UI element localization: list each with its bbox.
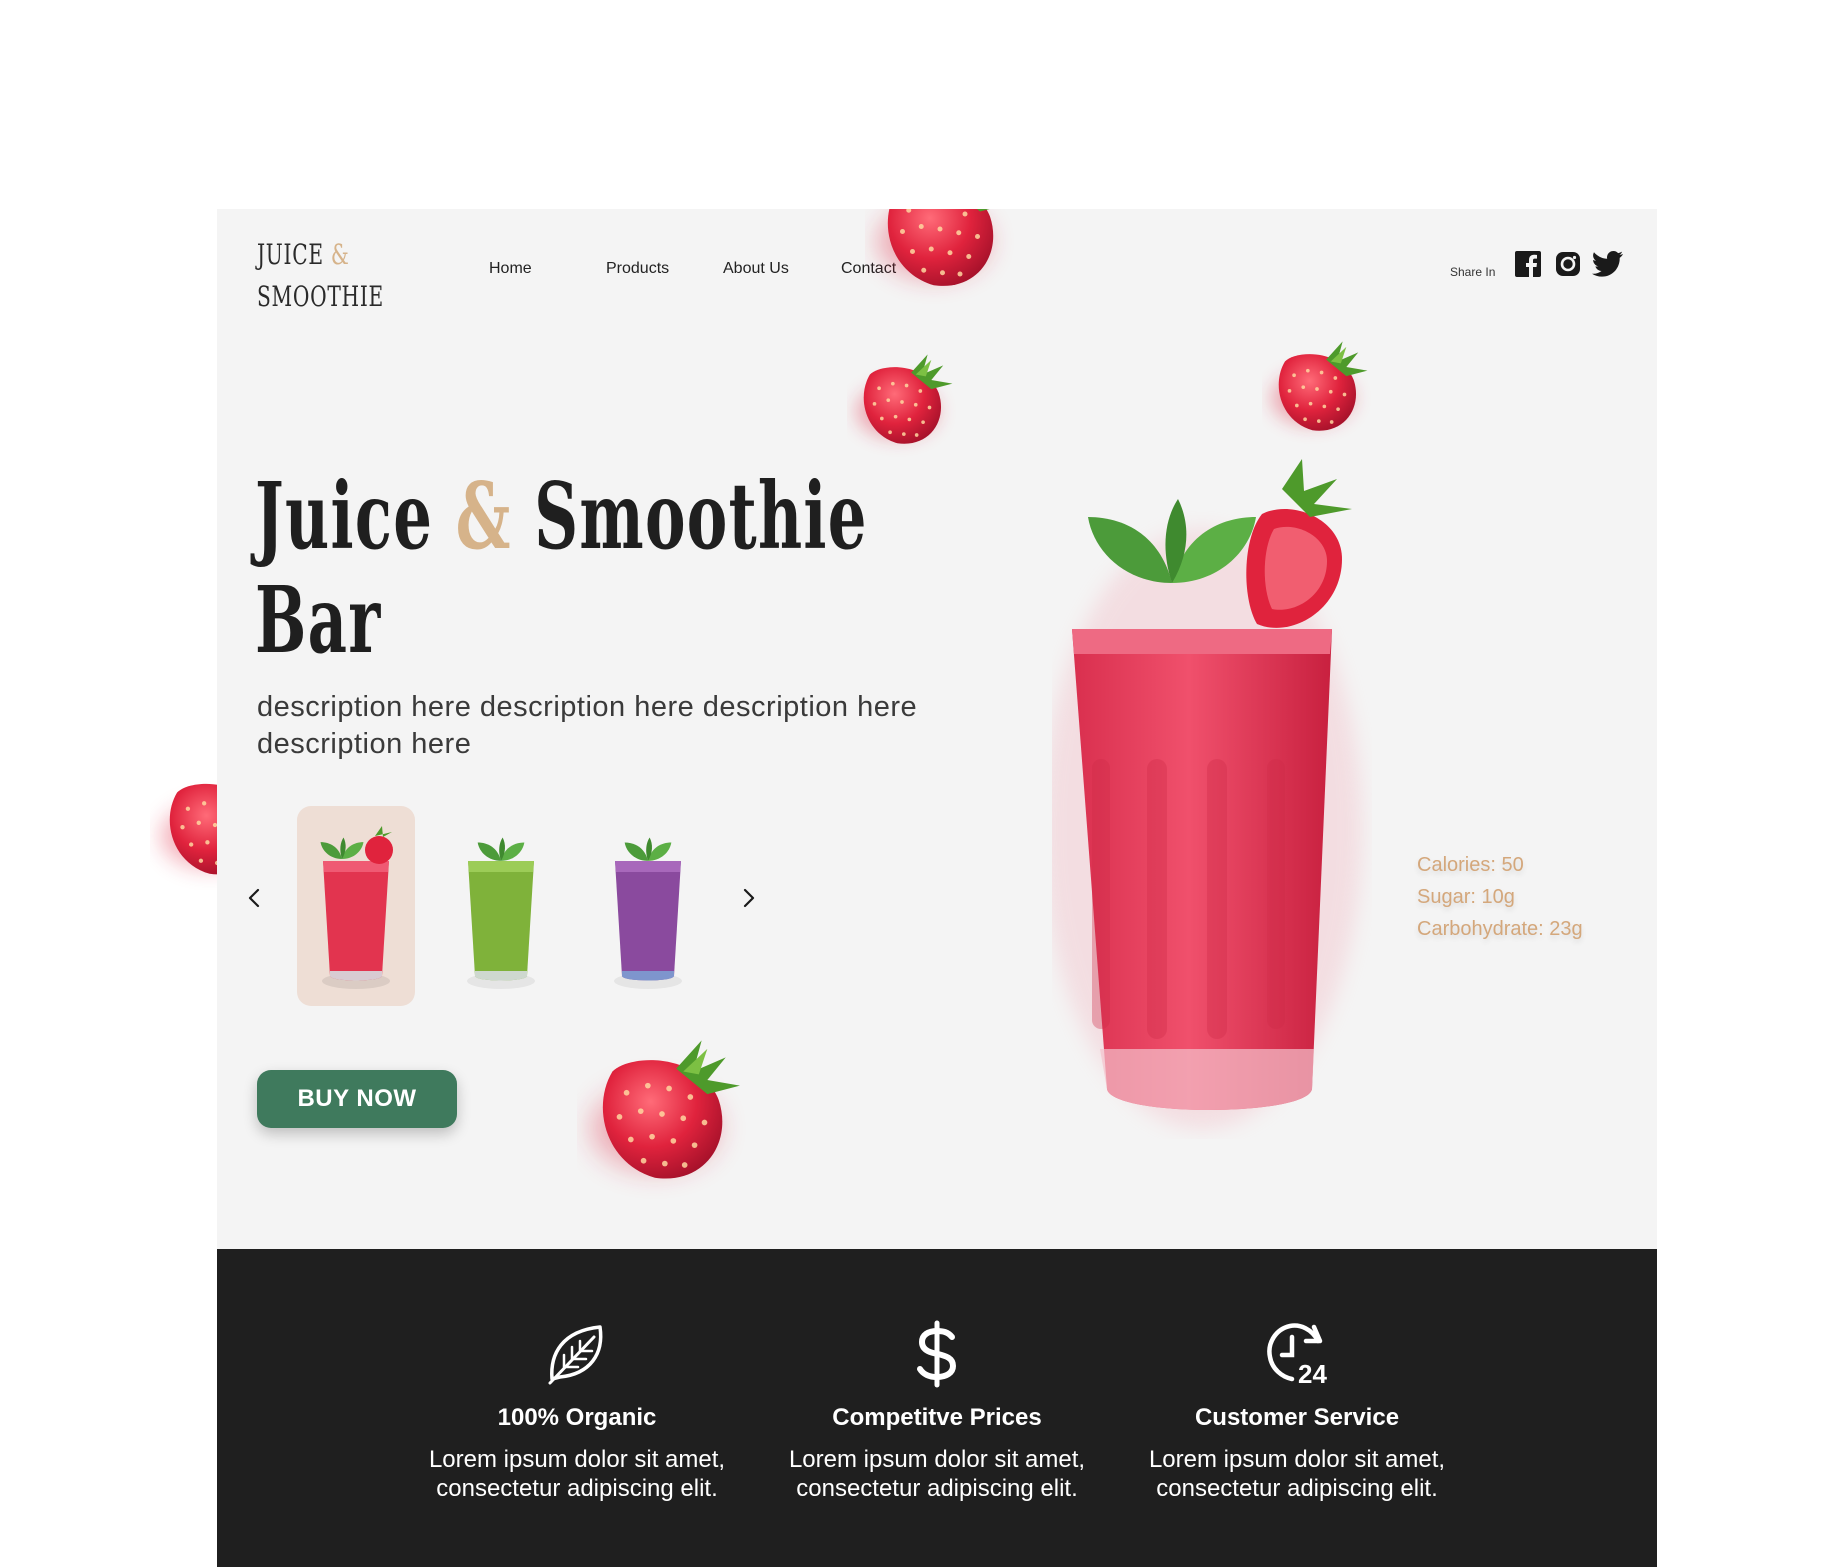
nav-home[interactable]: Home [489, 260, 532, 278]
facebook-icon[interactable] [1514, 250, 1542, 278]
svg-text:24: 24 [1298, 1359, 1327, 1389]
nutrition-carbohydrate: Carbohydrate: 23g [1417, 918, 1583, 940]
nutrition-sugar: Sugar: 10g [1417, 886, 1515, 908]
hero-section: JUICE & SMOOTHIE Home Products About Us … [217, 209, 1657, 1249]
logo-line2: SMOOTHIE [257, 280, 384, 313]
hero-title-amp: & [455, 462, 512, 570]
twitter-icon[interactable] [1592, 250, 1624, 278]
nav-products[interactable]: Products [606, 260, 669, 278]
carousel-item-green[interactable] [442, 806, 560, 1006]
features-footer: 100% Organic Lorem ipsum dolor sit amet,… [217, 1249, 1657, 1567]
instagram-icon[interactable] [1554, 250, 1582, 278]
feature-text: Lorem ipsum dolor sit amet, consectetur … [788, 1446, 1086, 1502]
feature-title: Customer Service [1194, 1404, 1400, 1431]
dollar-icon [917, 1320, 957, 1388]
strawberry-decoration [577, 1029, 747, 1199]
share-label: Share In [1450, 265, 1496, 279]
strawberry-decoration [847, 347, 957, 457]
carousel-item-berry[interactable] [589, 806, 707, 1006]
chevron-left-icon[interactable] [241, 884, 269, 912]
logo-amp: & [330, 238, 350, 271]
feature-text: Lorem ipsum dolor sit amet, consectetur … [428, 1446, 726, 1502]
feature-title: 100% Organic [497, 1404, 657, 1431]
hero-title-part2: Smoothie [511, 462, 868, 570]
nav-about-us[interactable]: About Us [723, 260, 789, 278]
leaf-icon [548, 1325, 603, 1385]
buy-now-button[interactable]: BUY NOW [257, 1070, 457, 1128]
chevron-right-icon[interactable] [734, 884, 762, 912]
nutrition-info: Calories: 50 Sugar: 10g Carbohydrate: 23… [1417, 849, 1583, 945]
hero-description: description here description here descri… [257, 691, 918, 760]
hero-title: Juice & Smoothie Bar [255, 464, 868, 672]
smoothie-glass-image [1052, 459, 1362, 1129]
clock-24-icon: 24 [1267, 1323, 1327, 1389]
hero-title-line2: Bar [255, 566, 382, 674]
page-frame: JUICE & SMOOTHIE Home Products About Us … [217, 209, 1657, 1567]
strawberry-decoration [1262, 334, 1372, 444]
logo-line1: JUICE [257, 238, 324, 271]
logo[interactable]: JUICE & SMOOTHIE [257, 234, 433, 318]
nutrition-calories: Calories: 50 [1417, 854, 1524, 876]
feature-title: Competitve Prices [832, 1404, 1042, 1431]
feature-text: Lorem ipsum dolor sit amet, consectetur … [1148, 1446, 1446, 1502]
carousel-item-strawberry[interactable] [297, 806, 415, 1006]
hero-title-part1: Juice [255, 462, 456, 570]
strawberry-decoration [865, 209, 1015, 304]
